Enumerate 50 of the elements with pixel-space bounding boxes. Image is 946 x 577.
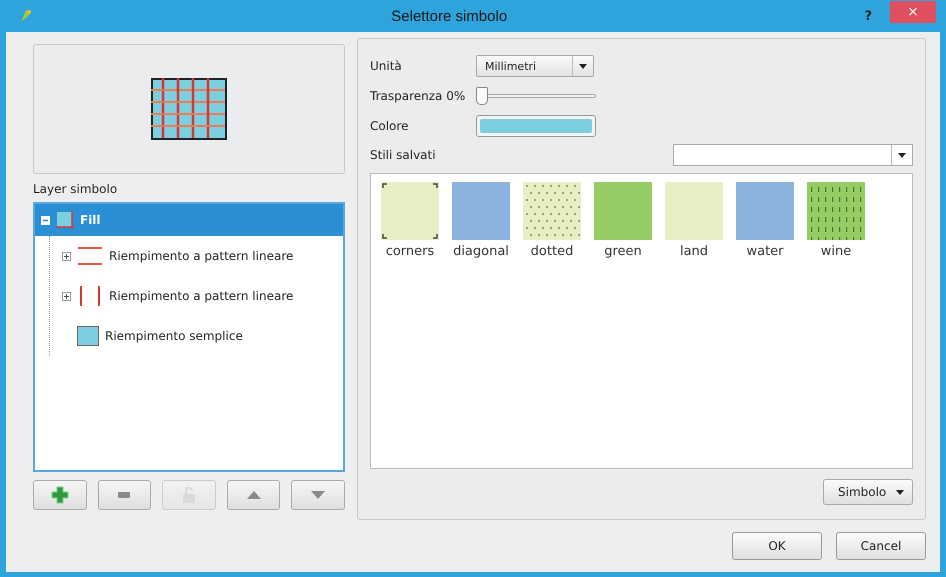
fill-icon xyxy=(56,211,74,229)
style-name: diagonal xyxy=(453,244,509,259)
expand-icon[interactable] xyxy=(62,252,71,260)
style-swatch[interactable] xyxy=(452,182,510,240)
style-name: green xyxy=(604,244,642,259)
dropdown-caret-icon xyxy=(898,152,906,158)
window-title: Selettore simbolo xyxy=(390,8,508,24)
dropdown-caret-icon xyxy=(896,490,904,494)
style-swatch[interactable] xyxy=(736,182,794,240)
style-name: dotted xyxy=(530,244,574,259)
horizontal-lines-icon xyxy=(77,245,103,267)
collapse-icon[interactable] xyxy=(41,216,50,224)
style-name: wine xyxy=(820,244,852,259)
dropdown-caret-icon xyxy=(579,64,587,68)
unit-label: Unità xyxy=(370,59,403,73)
style-swatch[interactable] xyxy=(523,182,581,240)
tree-item[interactable]: Fill xyxy=(35,204,343,236)
color-label: Colore xyxy=(370,119,410,133)
transparency-slider[interactable] xyxy=(476,87,596,105)
transparency-label: Trasparenza 0% xyxy=(370,89,466,103)
vertical-lines-icon xyxy=(77,285,103,307)
layers-label: Layer simbolo xyxy=(33,182,118,196)
style-swatch[interactable] xyxy=(807,182,865,240)
style-name: land xyxy=(680,244,708,259)
color-button[interactable] xyxy=(476,115,596,137)
add-layer-button[interactable] xyxy=(33,480,87,510)
style-name: water xyxy=(746,244,784,259)
remove-layer-button[interactable] xyxy=(98,480,152,510)
dialog-button[interactable]: OK xyxy=(732,532,822,560)
tree-item[interactable]: Riempimento semplice xyxy=(50,316,343,356)
symbol-menu-button[interactable]: Simbolo xyxy=(823,479,913,505)
dialog-button[interactable]: Cancel xyxy=(836,532,926,560)
style-swatch[interactable] xyxy=(665,182,723,240)
help-button[interactable]: ? xyxy=(864,8,872,24)
style-name: corners xyxy=(386,244,434,259)
up-layer-button[interactable] xyxy=(226,480,280,510)
slider-handle[interactable] xyxy=(476,87,488,105)
style-swatch[interactable] xyxy=(381,182,439,240)
tree-item[interactable]: Riempimento a pattern lineare xyxy=(50,236,343,276)
fill-icon xyxy=(77,326,99,346)
plus-icon xyxy=(50,486,69,504)
tree-item[interactable]: Riempimento a pattern lineare xyxy=(50,276,343,316)
app-icon xyxy=(18,8,34,24)
style-swatch[interactable] xyxy=(594,182,652,240)
down-layer-button[interactable] xyxy=(291,480,345,510)
saved-styles-dropdown[interactable] xyxy=(673,144,913,166)
expand-icon[interactable] xyxy=(62,292,71,300)
saved-styles-label: Stili salvati xyxy=(370,148,436,162)
unit-dropdown[interactable]: Millimetri xyxy=(476,55,594,77)
close-button[interactable]: × xyxy=(890,1,936,23)
